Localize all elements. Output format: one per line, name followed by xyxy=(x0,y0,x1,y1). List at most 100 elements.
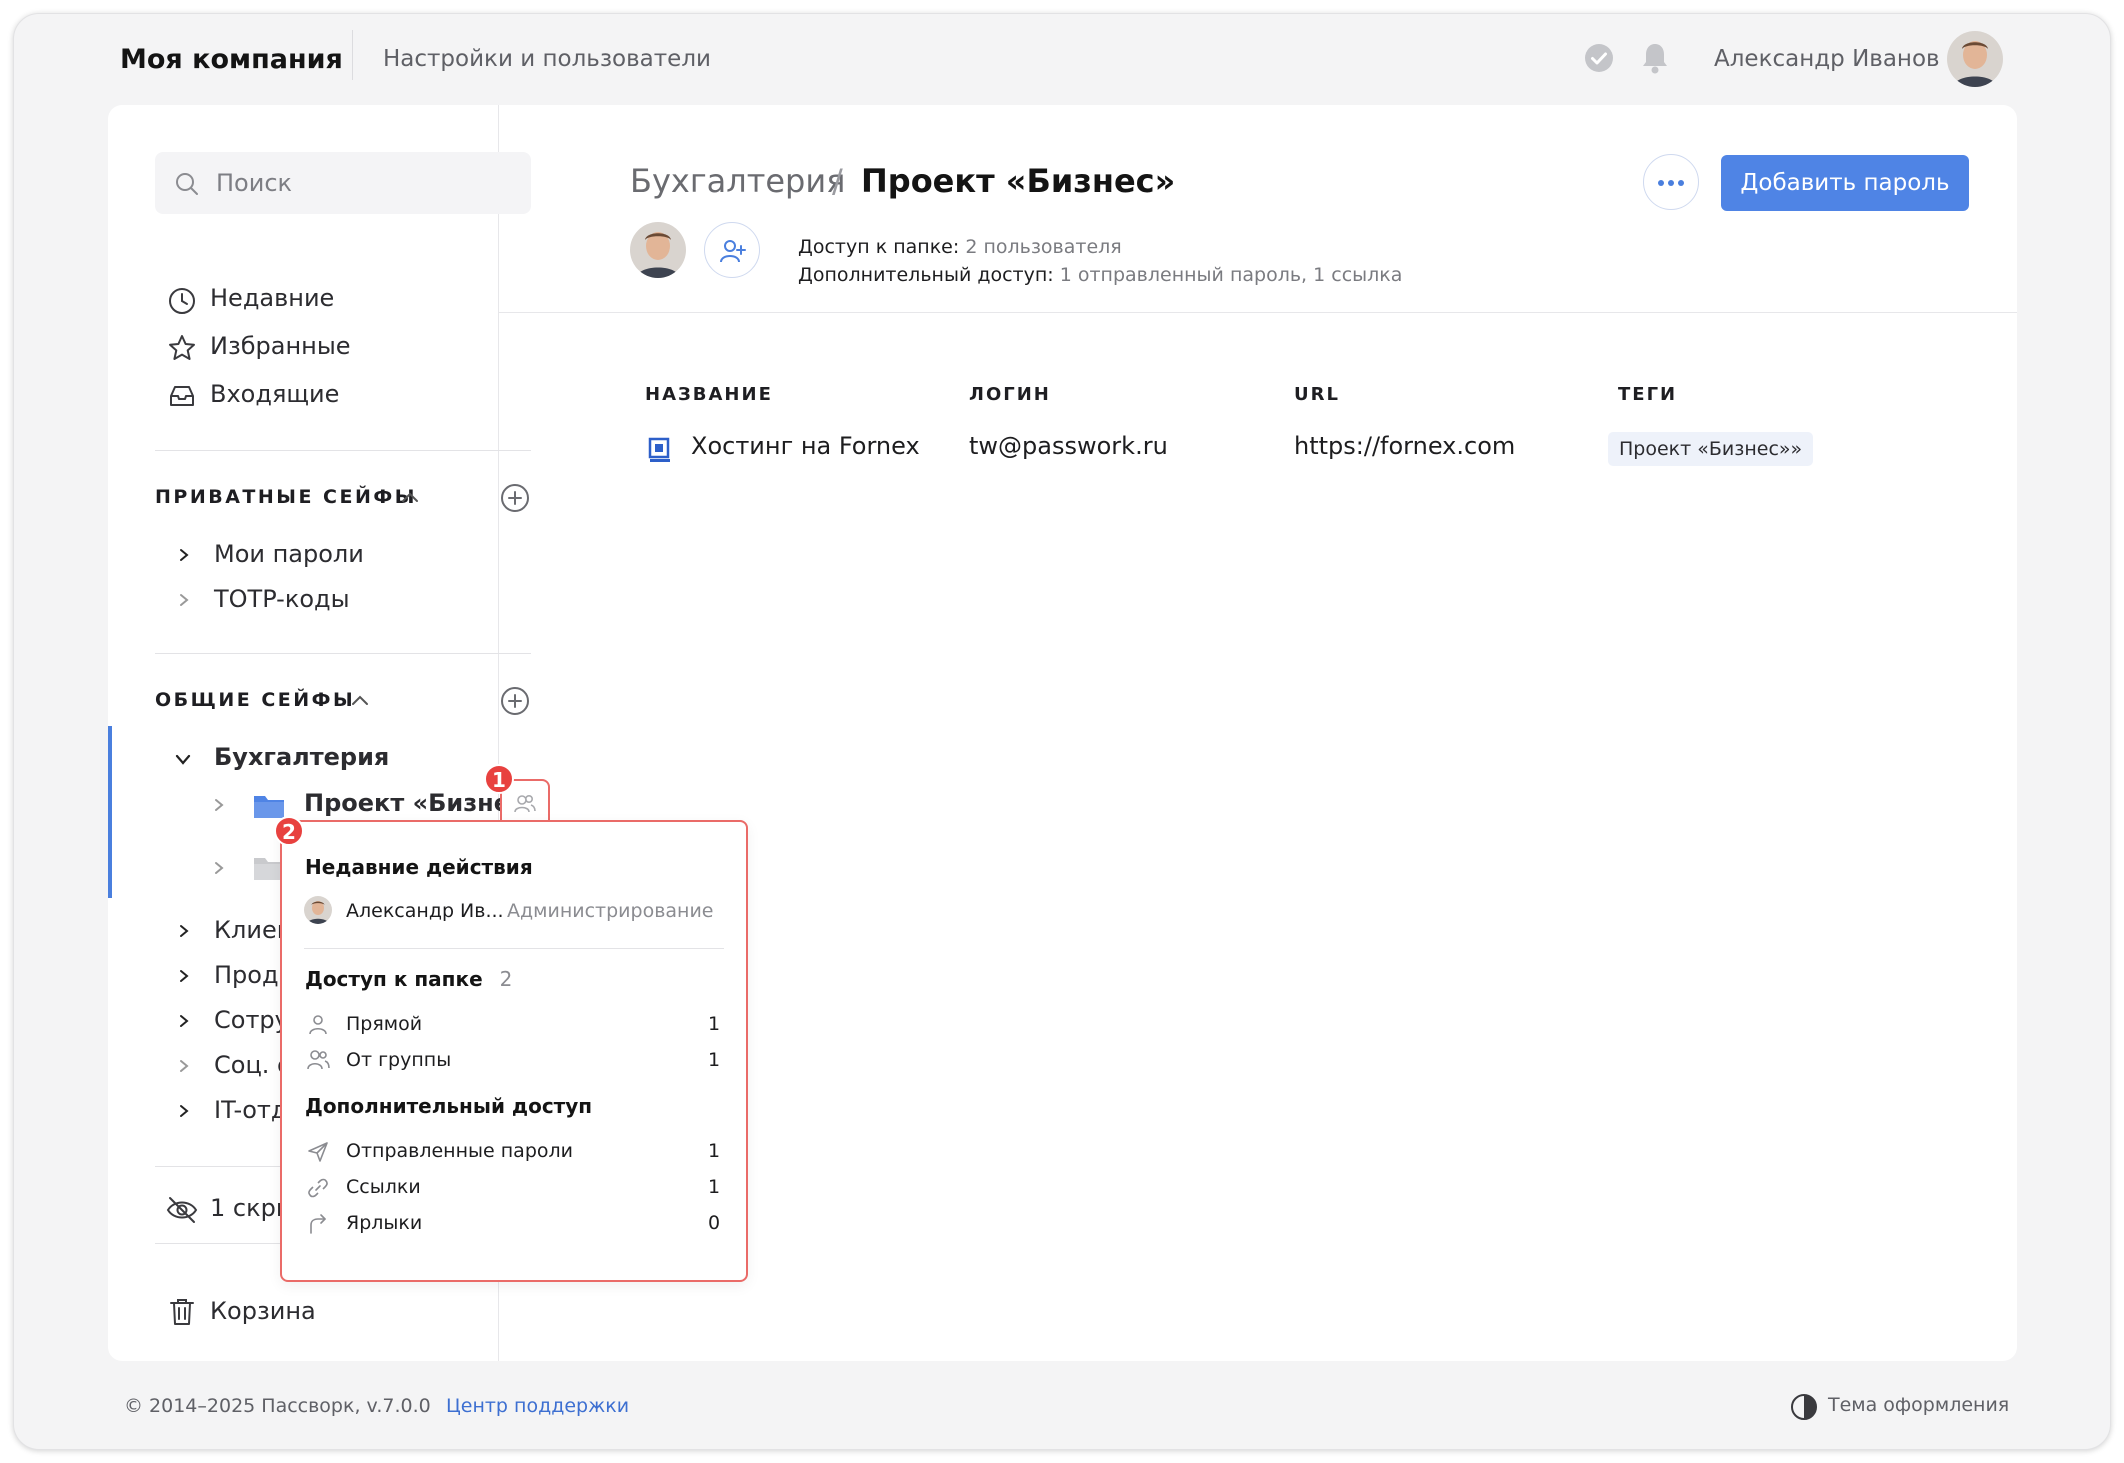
chevron-up-icon[interactable] xyxy=(400,490,420,504)
folder-access-label: Доступ к папке: xyxy=(798,236,960,258)
nav-recent[interactable]: Недавние xyxy=(210,284,334,312)
folder-access-popup: Недавние действия Александр Ив... Админи… xyxy=(280,820,748,1282)
group-access-label[interactable]: От группы xyxy=(346,1049,451,1071)
breadcrumb-separator: / xyxy=(832,162,843,200)
trash-icon xyxy=(170,1299,194,1325)
column-header-name[interactable]: НАЗВАНИЕ xyxy=(645,384,773,405)
bell-icon[interactable] xyxy=(1640,41,1670,75)
sent-passwords-label[interactable]: Отправленные пароли xyxy=(346,1140,573,1162)
users-icon xyxy=(307,1050,330,1070)
add-shared-vault-icon[interactable] xyxy=(500,686,530,716)
folder-icon xyxy=(254,796,284,818)
shortcuts-label[interactable]: Ярлыки xyxy=(346,1212,422,1234)
chevron-right-icon[interactable] xyxy=(212,797,226,813)
vault-accounting[interactable]: Бухгалтерия xyxy=(214,743,389,771)
sent-passwords-count: 1 xyxy=(708,1140,721,1162)
extra-access-value: 1 отправленный пароль, 1 ссылка xyxy=(1059,264,1403,286)
header-divider xyxy=(352,30,353,80)
recent-user-name[interactable]: Александр Ив... xyxy=(346,900,504,922)
annotation-badge-2: 2 xyxy=(274,816,304,846)
trash-link[interactable]: Корзина xyxy=(210,1297,316,1325)
shared-vaults-header[interactable]: ОБЩИЕ СЕЙФЫ xyxy=(155,689,355,711)
search-input[interactable] xyxy=(155,152,531,214)
chevron-right-icon[interactable] xyxy=(177,1058,191,1074)
sidebar-separator xyxy=(155,653,531,654)
send-icon xyxy=(308,1142,328,1162)
recent-user-avatar xyxy=(304,896,332,924)
page-title: Проект «Бизнес» xyxy=(861,162,1176,200)
direct-access-count: 1 xyxy=(708,1013,721,1035)
folder-access-value: 2 пользователя xyxy=(965,236,1122,258)
chevron-right-icon[interactable] xyxy=(212,860,226,876)
vault-totp[interactable]: TOTP-коды xyxy=(214,585,350,613)
active-vault-indicator xyxy=(108,726,112,898)
nav-inbox[interactable]: Входящие xyxy=(210,380,339,408)
more-options-button[interactable] xyxy=(1643,154,1699,210)
popup-folder-access-label: Доступ к папке xyxy=(305,967,483,991)
links-label[interactable]: Ссылки xyxy=(346,1176,421,1198)
chevron-up-icon[interactable] xyxy=(350,693,370,707)
recent-action: Администрирование xyxy=(507,900,714,922)
theme-icon[interactable] xyxy=(1790,1393,1818,1421)
links-count: 1 xyxy=(708,1176,721,1198)
search-icon xyxy=(176,173,198,195)
company-name[interactable]: Моя компания xyxy=(120,44,343,75)
chevron-right-icon[interactable] xyxy=(177,1013,191,1029)
sidebar-separator xyxy=(155,450,531,451)
more-dots-icon xyxy=(1658,180,1684,186)
chevron-right-icon[interactable] xyxy=(177,923,191,939)
search-placeholder: Поиск xyxy=(216,169,293,197)
row-url[interactable]: https://fornex.com xyxy=(1294,432,1515,460)
star-icon xyxy=(169,335,195,360)
add-password-button[interactable]: Добавить пароль xyxy=(1721,155,1969,211)
row-tag[interactable]: Проект «Бизнес»» xyxy=(1608,432,1814,466)
group-access-count: 1 xyxy=(708,1049,721,1071)
chevron-right-icon[interactable] xyxy=(177,968,191,984)
popup-extra-access-title: Дополнительный доступ xyxy=(305,1094,593,1118)
chevron-right-icon[interactable] xyxy=(177,592,191,608)
link-icon xyxy=(308,1178,328,1198)
user-avatar[interactable] xyxy=(1947,31,2003,87)
vault-my-passwords[interactable]: Мои пароли xyxy=(214,540,364,568)
popup-separator xyxy=(304,948,724,949)
chevron-right-icon[interactable] xyxy=(177,547,191,563)
add-private-vault-icon[interactable] xyxy=(500,483,530,513)
member-avatar[interactable] xyxy=(630,222,686,278)
extra-access-label: Дополнительный доступ: xyxy=(798,264,1054,286)
site-favicon-icon xyxy=(648,437,670,462)
folder-project-business[interactable]: Проект «Бизнес xyxy=(304,789,524,817)
folder-access-info[interactable]: Доступ к папке: 2 пользователя xyxy=(798,236,1122,258)
check-circle-icon[interactable] xyxy=(1584,43,1614,73)
annotation-badge-1: 1 xyxy=(484,764,514,794)
breadcrumb-parent[interactable]: Бухгалтерия xyxy=(630,162,845,200)
column-header-url[interactable]: URL xyxy=(1294,384,1340,405)
row-name[interactable]: Хостинг на Fornex xyxy=(691,432,920,460)
recent-actions-title: Недавние действия xyxy=(305,855,533,879)
chevron-right-icon[interactable] xyxy=(177,1103,191,1119)
column-header-login[interactable]: ЛОГИН xyxy=(969,384,1051,405)
eye-off-icon xyxy=(166,1197,198,1223)
shortcuts-count: 0 xyxy=(708,1212,721,1234)
add-member-button[interactable] xyxy=(704,222,760,278)
private-vaults-header[interactable]: ПРИВАТНЫЕ СЕЙФЫ xyxy=(155,486,417,508)
column-header-tags[interactable]: ТЕГИ xyxy=(1618,384,1677,405)
clock-icon xyxy=(169,288,195,314)
user-icon xyxy=(309,1015,327,1035)
popup-folder-access-count: 2 xyxy=(499,967,513,991)
popup-folder-access-title: Доступ к папке 2 xyxy=(305,967,512,991)
nav-favorites[interactable]: Избранные xyxy=(210,332,351,360)
shortcut-icon xyxy=(310,1214,326,1234)
theme-toggle[interactable]: Тема оформления xyxy=(1828,1394,2009,1416)
users-icon xyxy=(514,795,536,813)
row-login[interactable]: tw@passwork.ru xyxy=(969,432,1168,460)
extra-access-info[interactable]: Дополнительный доступ: 1 отправленный па… xyxy=(798,264,1402,286)
support-link[interactable]: Центр поддержки xyxy=(446,1395,629,1417)
inbox-icon xyxy=(170,386,194,406)
header-separator xyxy=(499,312,2017,313)
user-plus-icon xyxy=(720,240,746,263)
user-name[interactable]: Александр Иванов xyxy=(1714,46,1940,72)
settings-link[interactable]: Настройки и пользователи xyxy=(383,46,711,72)
chevron-down-icon[interactable] xyxy=(174,753,192,767)
direct-access-label[interactable]: Прямой xyxy=(346,1013,422,1035)
app-window: Моя компания Настройки и пользователи Ал… xyxy=(13,13,2111,1450)
